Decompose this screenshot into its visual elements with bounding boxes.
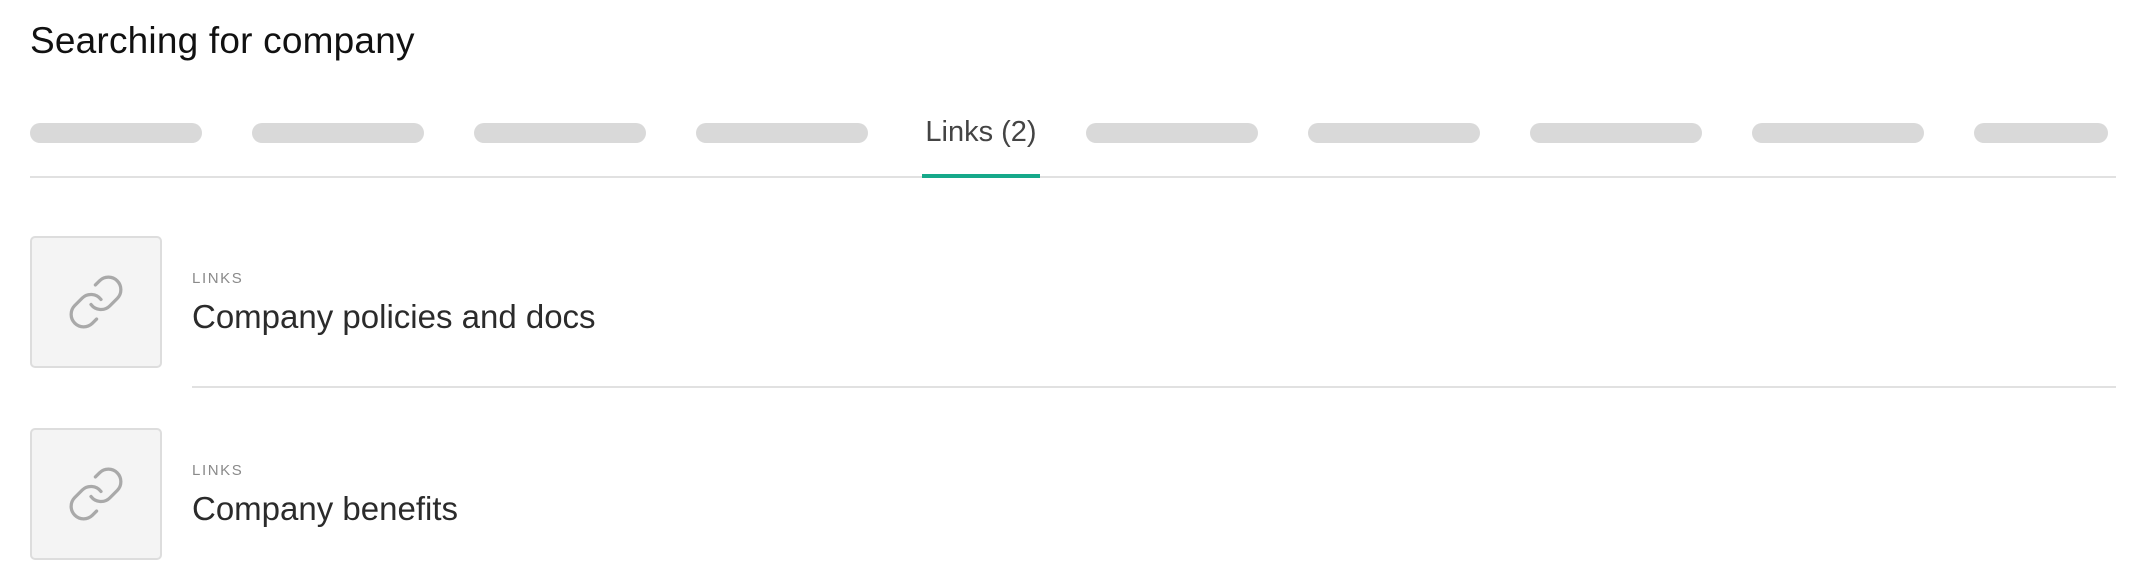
tab-loading-placeholder	[1974, 123, 2108, 143]
tab-links-label: Links (2)	[925, 116, 1037, 148]
tab-loading-placeholder	[1308, 123, 1480, 143]
link-icon	[69, 467, 123, 521]
result-item[interactable]: LINKS Company policies and docs	[30, 236, 2116, 368]
tab-links[interactable]: Links (2)	[922, 108, 1040, 178]
result-divider	[192, 386, 2116, 388]
tab-loading-placeholder	[1752, 123, 1924, 143]
category-tabs: Links (2)	[30, 108, 2116, 178]
link-icon	[69, 275, 123, 329]
tab-loading-placeholder	[252, 123, 424, 143]
active-tab-indicator	[922, 174, 1040, 178]
tab-loading-placeholder	[474, 123, 646, 143]
result-type-label: LINKS	[192, 270, 244, 287]
result-title[interactable]: Company policies and docs	[192, 298, 596, 336]
tab-loading-placeholder	[696, 123, 868, 143]
result-thumbnail	[30, 236, 162, 368]
tab-loading-placeholder	[1530, 123, 1702, 143]
result-type-label: LINKS	[192, 462, 244, 479]
search-results-page: Searching for company Links (2) LINKS Co…	[0, 0, 2144, 570]
page-title: Searching for company	[30, 20, 415, 61]
result-thumbnail	[30, 428, 162, 560]
result-title[interactable]: Company benefits	[192, 490, 458, 528]
tab-loading-placeholder	[1086, 123, 1258, 143]
result-item[interactable]: LINKS Company benefits	[30, 428, 2116, 560]
tab-loading-placeholder	[30, 123, 202, 143]
